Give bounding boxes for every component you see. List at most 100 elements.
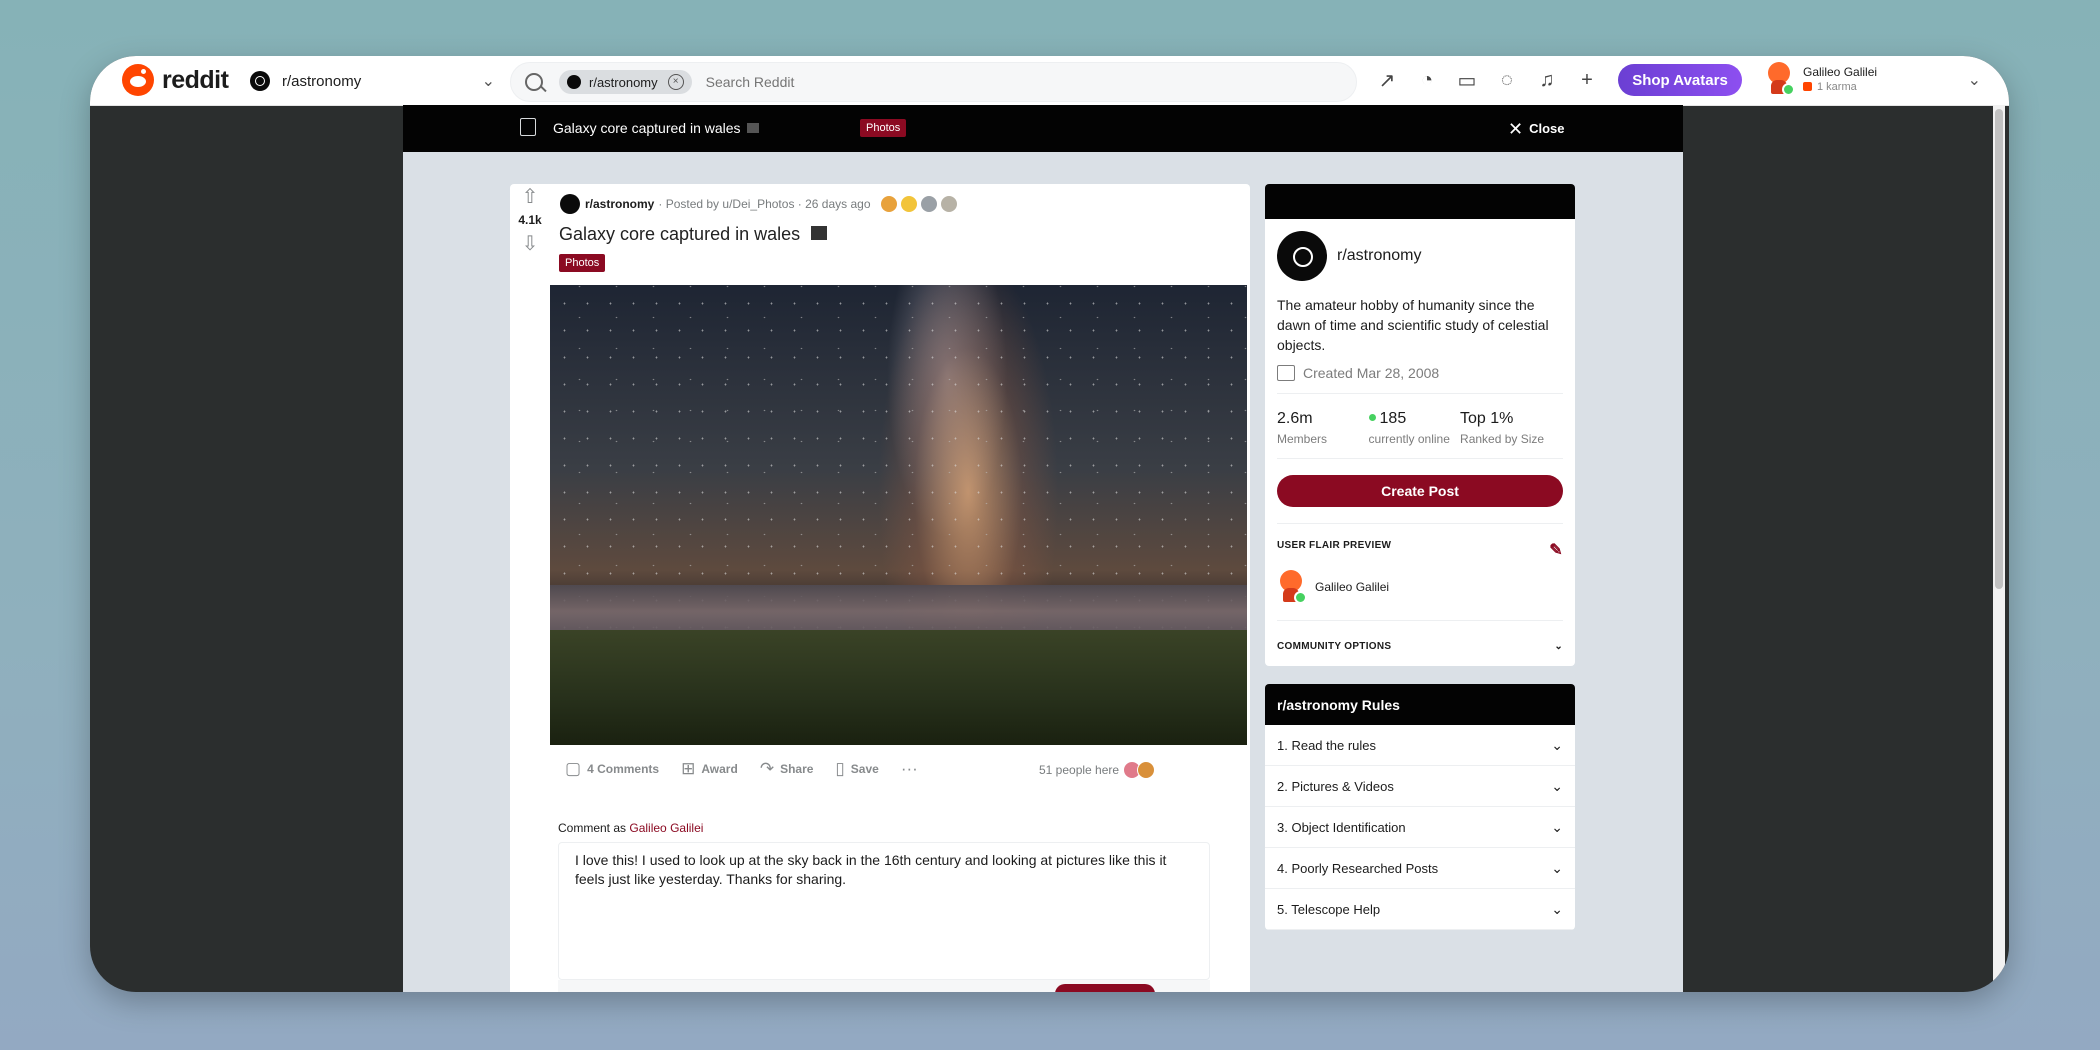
coins-icon[interactable]: ◔ bbox=[1407, 64, 1447, 96]
award-silver-icon[interactable] bbox=[920, 196, 937, 212]
post-subreddit-link[interactable]: r/astronomy bbox=[585, 197, 654, 211]
page-scrollbar[interactable] bbox=[1993, 105, 2005, 992]
viewer-avatar bbox=[1137, 761, 1156, 779]
overlay-flair-badge[interactable]: Photos bbox=[860, 119, 907, 137]
flag-icon bbox=[811, 226, 828, 240]
more-options-button[interactable]: ··· bbox=[901, 759, 924, 779]
rule-label: 2. Pictures & Videos bbox=[1277, 778, 1394, 794]
rule-item[interactable]: 1. Read the rules ⌄ bbox=[1265, 725, 1575, 766]
award-rocket-icon[interactable] bbox=[880, 196, 897, 212]
community-chip-icon bbox=[567, 75, 581, 89]
people-here-label: 51 people here bbox=[1039, 763, 1120, 777]
shop-avatars-button[interactable]: Shop Avatars bbox=[1618, 64, 1742, 96]
award-helpful-icon[interactable] bbox=[940, 196, 957, 212]
reddit-snoo-icon bbox=[122, 64, 154, 96]
chevron-down-icon: ⌄ bbox=[1551, 777, 1563, 794]
rule-item[interactable]: 3. Object Identification ⌄ bbox=[1265, 807, 1575, 848]
edit-pencil-icon[interactable]: ✎ bbox=[1549, 540, 1563, 560]
post-image[interactable] bbox=[550, 285, 1247, 745]
comments-label: 4 Comments bbox=[587, 762, 660, 776]
search-chip-label: r/astronomy bbox=[589, 74, 658, 90]
community-icon bbox=[250, 71, 270, 91]
award-label: Award bbox=[701, 762, 738, 776]
downvote-arrow-icon[interactable]: ⇩ bbox=[510, 231, 550, 256]
cake-icon bbox=[1277, 365, 1295, 381]
award-button[interactable]: ⊞ Award bbox=[681, 759, 738, 779]
flair-user-name: Galileo Galilei bbox=[1315, 580, 1390, 594]
user-name: Galileo Galilei bbox=[1803, 65, 1878, 79]
user-karma: 1 karma bbox=[1817, 81, 1857, 93]
community-options-label: COMMUNITY OPTIONS bbox=[1277, 641, 1392, 652]
rule-item[interactable]: 5. Telescope Help ⌄ bbox=[1265, 889, 1575, 930]
post-overlay-header: Galaxy core captured in wales Photos ✕ Cl… bbox=[403, 105, 1683, 152]
overlay-post-title: Galaxy core captured in wales bbox=[553, 120, 741, 136]
save-button[interactable]: ▯ Save bbox=[835, 759, 878, 779]
rank-value: Top 1% bbox=[1460, 410, 1514, 427]
close-icon: ✕ bbox=[1508, 119, 1524, 139]
stat-members: 2.6m Members bbox=[1277, 410, 1369, 446]
rule-item[interactable]: 2. Pictures & Videos ⌄ bbox=[1265, 766, 1575, 807]
online-dot-icon bbox=[1368, 414, 1376, 421]
chevron-down-icon: ⌄ bbox=[1551, 859, 1563, 876]
people-here-indicator: 51 people here bbox=[1039, 761, 1156, 779]
search-bar[interactable]: r/astronomy × bbox=[510, 62, 1357, 102]
chevron-down-icon: ⌄ bbox=[1551, 736, 1563, 753]
flag-icon bbox=[746, 123, 759, 133]
rules-card: r/astronomy Rules 1. Read the rules ⌄ 2. … bbox=[1265, 684, 1575, 930]
rule-label: 4. Poorly Researched Posts bbox=[1277, 860, 1439, 876]
subreddit-icon[interactable] bbox=[560, 194, 580, 214]
online-count: 185 bbox=[1379, 410, 1407, 427]
comments-button[interactable]: ▢ 4 Comments bbox=[565, 759, 659, 779]
award-gold-icon[interactable] bbox=[900, 196, 917, 212]
popular-icon[interactable]: ↗ bbox=[1367, 64, 1407, 96]
close-button[interactable]: ✕ Close bbox=[1508, 119, 1565, 140]
comment-as-label: Comment as Galileo Galilei bbox=[558, 821, 703, 835]
post-title-text: Galaxy core captured in wales bbox=[559, 224, 801, 244]
scrollbar-thumb[interactable] bbox=[1995, 109, 2003, 589]
community-options-toggle[interactable]: COMMUNITY OPTIONS ⌄ bbox=[1265, 621, 1575, 666]
community-dropdown-label: r/astronomy bbox=[282, 72, 362, 90]
rule-item[interactable]: 4. Poorly Researched Posts ⌄ bbox=[1265, 848, 1575, 889]
rank-label: Ranked by Size bbox=[1460, 432, 1545, 446]
chevron-down-icon: ⌄ bbox=[1967, 72, 1981, 89]
about-card-banner bbox=[1265, 184, 1575, 219]
karma-icon bbox=[1803, 82, 1812, 91]
share-label: Share bbox=[780, 762, 814, 776]
reddit-logo[interactable]: reddit bbox=[122, 64, 229, 96]
comment-as-user-link[interactable]: Galileo Galilei bbox=[629, 821, 703, 835]
search-input[interactable] bbox=[703, 73, 1208, 91]
post-meta: r/astronomy · Posted by u/Dei_Photos · 2… bbox=[560, 194, 957, 214]
online-label: currently online bbox=[1368, 432, 1450, 446]
comment-textarea[interactable]: I love this! I used to look up at the sk… bbox=[558, 842, 1210, 980]
members-label: Members bbox=[1277, 432, 1328, 446]
comment-submit-button[interactable] bbox=[1055, 984, 1155, 992]
post-title: Galaxy core captured in wales bbox=[559, 224, 828, 245]
flair-user-avatar bbox=[1277, 570, 1307, 604]
community-avatar-icon[interactable] bbox=[1277, 231, 1327, 281]
sidebar-community-name[interactable]: r/astronomy bbox=[1337, 247, 1421, 265]
search-community-chip: r/astronomy × bbox=[559, 70, 692, 94]
vote-column: ⇧ 4.1k ⇩ bbox=[510, 184, 550, 256]
chat-icon[interactable]: ◌ bbox=[1487, 64, 1527, 96]
created-date: Created Mar 28, 2008 bbox=[1277, 365, 1563, 394]
video-icon[interactable]: ▭ bbox=[1447, 64, 1487, 96]
post-overlay: Galaxy core captured in wales Photos ✕ Cl… bbox=[403, 105, 1683, 992]
online-indicator-icon bbox=[1294, 591, 1307, 604]
flair-preview-title: USER FLAIR PREVIEW bbox=[1277, 540, 1392, 551]
create-post-button[interactable]: Create Post bbox=[1277, 475, 1563, 507]
top-navigation-bar: reddit r/astronomy ⌄ r/astronomy × ↗ ◔ ▭… bbox=[90, 56, 2009, 106]
post-card: ⇧ 4.1k ⇩ r/astronomy · Posted by u/Dei_P… bbox=[510, 184, 1250, 992]
community-dropdown[interactable]: r/astronomy ⌄ bbox=[250, 66, 495, 96]
upvote-arrow-icon[interactable]: ⇧ bbox=[510, 184, 550, 209]
rules-title: r/astronomy Rules bbox=[1265, 684, 1575, 725]
posted-by: · Posted by u/Dei_Photos · 26 days ago bbox=[658, 197, 871, 211]
user-menu[interactable]: Galileo Galilei 1 karma ⌄ bbox=[1765, 62, 1985, 96]
sidebar: r/astronomy The amateur hobby of humanit… bbox=[1265, 184, 1575, 930]
clear-chip-icon[interactable]: × bbox=[667, 74, 684, 90]
create-post-plus-icon[interactable]: + bbox=[1567, 64, 1607, 96]
notification-bell-icon[interactable]: ♫ bbox=[1527, 64, 1567, 96]
post-flair-badge[interactable]: Photos bbox=[559, 254, 606, 272]
share-button[interactable]: ↷ Share bbox=[760, 759, 814, 779]
bookmark-icon: ▯ bbox=[835, 759, 845, 778]
comment-icon: ▢ bbox=[565, 759, 582, 778]
